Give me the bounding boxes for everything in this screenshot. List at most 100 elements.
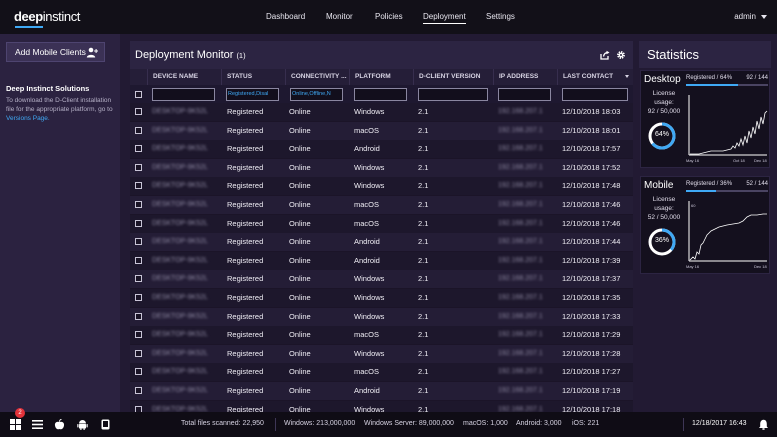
nav-dashboard[interactable]: Dashboard (266, 12, 305, 21)
android-icon[interactable] (77, 419, 88, 430)
device-name-cell: DESKTOP-9K52L (152, 126, 208, 134)
registered-progress-bar (686, 190, 768, 192)
device-name-cell: DESKTOP-9K52L (152, 201, 208, 208)
apple-icon[interactable] (54, 419, 65, 430)
table-row[interactable]: DESKTOP-9K52L Registered Online macOS 2.1 192… (130, 196, 633, 214)
add-user-icon (86, 47, 98, 58)
col-ip-address[interactable]: IP ADDRESS (493, 69, 556, 85)
col-device-name[interactable]: DEVICE NAME (147, 69, 217, 85)
row-checkbox[interactable] (135, 145, 142, 153)
status-cell: Registered (227, 218, 264, 228)
ip-filter[interactable] (498, 88, 551, 101)
table-row[interactable]: DESKTOP-9K52L Registered Online Android 2.1 1… (130, 140, 633, 159)
version-cell: 2.1 (418, 404, 429, 412)
list-icon[interactable] (32, 419, 43, 430)
export-icon[interactable] (600, 50, 610, 60)
select-all-checkbox[interactable] (135, 91, 142, 98)
platform-cell: Windows (354, 311, 385, 321)
nav-policies[interactable]: Policies (375, 12, 403, 21)
table-row[interactable]: DESKTOP-9K52L Registered Online macOS 2.1 192… (130, 121, 633, 140)
table-row[interactable]: DESKTOP-9K52L Registered Online Android 2.1 1… (130, 382, 633, 400)
table-row[interactable]: DESKTOP-9K52L Registered Online Windows 2.1 1… (130, 289, 633, 307)
connectivity-cell: Online (289, 255, 311, 265)
status-cell: Registered (227, 144, 264, 154)
col-connectivity[interactable]: CONNECTIVITY ... (285, 69, 347, 85)
nav-monitor[interactable]: Monitor (326, 12, 353, 21)
ip-address-cell: 192.168.207.1 (498, 387, 543, 394)
row-checkbox[interactable] (135, 219, 142, 227)
last-contact-cell: 12/10/2018 17:52 (562, 162, 621, 172)
license-value: 52 / 50,000 (647, 214, 681, 221)
row-checkbox[interactable] (135, 108, 142, 115)
row-checkbox[interactable] (135, 256, 142, 264)
mobile-stat-card[interactable]: Mobile License usage: 52 / 50,000 Regist… (640, 176, 770, 274)
ip-address-cell: 192.168.207.1 (498, 219, 543, 227)
col-d-client-version[interactable]: D-CLIENT VERSION (413, 69, 492, 85)
status-cell: Registered (227, 237, 264, 247)
row-checkbox[interactable] (135, 331, 142, 339)
row-checkbox[interactable] (135, 368, 142, 376)
user-menu[interactable]: admin (734, 12, 767, 21)
versions-page-link[interactable]: Versions Page. (6, 115, 50, 122)
row-checkbox[interactable] (135, 201, 142, 208)
row-checkbox[interactable] (135, 163, 142, 171)
row-checkbox[interactable] (135, 275, 142, 283)
add-mobile-clients-button[interactable]: Add Mobile Clients (6, 42, 105, 62)
connectivity-cell: Online (289, 274, 311, 284)
windows-icon[interactable] (10, 419, 21, 430)
table-row[interactable]: DESKTOP-9K52L Registered Online macOS 2.1 192… (130, 214, 633, 233)
status-filter[interactable]: Registered,Disal (226, 88, 279, 101)
connectivity-cell: Online (289, 162, 311, 172)
mobile-icon[interactable] (100, 419, 111, 430)
status-cell: Registered (227, 293, 264, 302)
desktop-stat-card[interactable]: Desktop License usage: 92 / 50,000 Regis… (640, 70, 770, 168)
status-bar: 2 Total files scanned: 22,950 Windows: 2… (0, 408, 777, 437)
connectivity-cell: Online (289, 367, 311, 377)
divider (275, 418, 276, 431)
table-row[interactable]: DESKTOP-9K52L Registered Online Windows 2.1 1… (130, 270, 633, 289)
row-checkbox[interactable] (135, 182, 142, 190)
table-row[interactable]: DESKTOP-9K52L Registered Online Windows 2.1 1… (130, 307, 633, 326)
status-cell: Registered (227, 404, 264, 412)
axis-start: May 16 (686, 158, 700, 163)
usage-percent: 64% (654, 131, 669, 138)
connectivity-cell: Online (289, 218, 311, 228)
row-checkbox[interactable] (135, 387, 142, 394)
nav-deployment[interactable]: Deployment (423, 12, 466, 24)
table-row[interactable]: DESKTOP-9K52L Registered Online Windows 2.1 1… (130, 344, 633, 363)
table-row[interactable]: DESKTOP-9K52L Registered Online Windows 2.1 1… (130, 158, 633, 177)
table-row[interactable]: DESKTOP-9K52L Registered Online Windows 2.1 1… (130, 177, 633, 196)
nav-settings[interactable]: Settings (486, 12, 515, 21)
connectivity-cell: Online (289, 237, 311, 247)
row-checkbox[interactable] (135, 349, 142, 357)
status-cell: Registered (227, 200, 264, 209)
table-row[interactable]: DESKTOP-9K52L Registered Online Windows 2.1 1… (130, 400, 633, 412)
sort-desc-icon[interactable] (625, 75, 629, 78)
col-status[interactable]: STATUS (221, 69, 284, 85)
last-contact-cell: 12/10/2018 17:48 (562, 181, 621, 191)
row-checkbox[interactable] (135, 294, 142, 301)
col-last-contact[interactable]: LAST CONTACT (557, 69, 633, 85)
platform-cell: Windows (354, 107, 385, 116)
connectivity-filter[interactable]: Online,Offline,N (290, 88, 343, 101)
row-checkbox[interactable] (135, 126, 142, 134)
ip-address-cell: 192.168.207.1 (498, 108, 543, 115)
row-checkbox[interactable] (135, 312, 142, 320)
table-row[interactable]: DESKTOP-9K52L Registered Online macOS 2.1 192… (130, 326, 633, 345)
last-contact-cell: 12/10/2018 17:37 (562, 274, 621, 284)
panel-count: (1) (236, 51, 246, 60)
gear-icon[interactable] (616, 50, 626, 60)
bell-icon[interactable] (758, 419, 769, 430)
table-row[interactable]: DESKTOP-9K52L Registered Online macOS 2.1 192… (130, 363, 633, 382)
table-row[interactable]: DESKTOP-9K52L Registered Online Android 2.1 1… (130, 233, 633, 252)
filter-row: Registered,Disal Online,Offline,N (130, 85, 633, 104)
device-name-filter[interactable] (152, 88, 215, 101)
table-row[interactable]: DESKTOP-9K52L Registered Online Windows 2.1 1… (130, 103, 633, 121)
last-contact-filter[interactable] (562, 88, 628, 101)
col-platform[interactable]: PLATFORM (349, 69, 412, 85)
platform-filter[interactable] (354, 88, 407, 101)
version-filter[interactable] (418, 88, 488, 101)
table-row[interactable]: DESKTOP-9K52L Registered Online Android 2.1 1… (130, 251, 633, 270)
row-checkbox[interactable] (135, 238, 142, 246)
last-contact-cell: 12/10/2018 17:57 (562, 144, 621, 154)
